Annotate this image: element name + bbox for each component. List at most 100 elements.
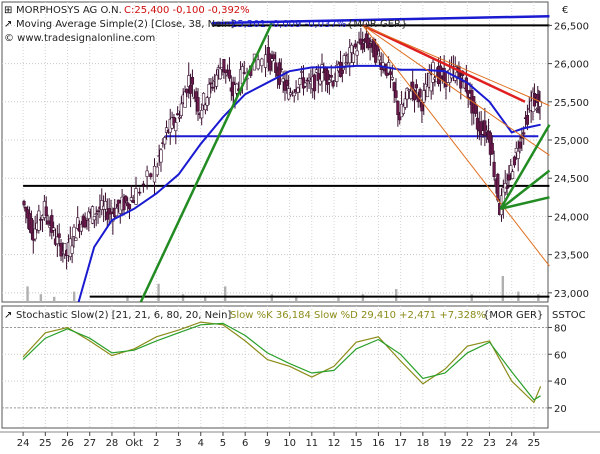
header-icon-row2: ↗ [4, 19, 12, 30]
candle-body [272, 54, 276, 59]
candle-body [109, 211, 113, 214]
candle-body [33, 228, 37, 240]
chart-canvas[interactable]: 26,500 26,000 25,500 25,000 24,500 24,000 23,5… [0, 0, 600, 450]
candle-body [131, 200, 135, 203]
candle-body [196, 97, 200, 112]
price-title: MORPHOSYS AG O.N. [16, 5, 122, 16]
copyright-text: © www.tradesignalonline.com [4, 33, 155, 44]
volume-bar [72, 291, 76, 302]
x-tick-label: 4 [198, 438, 204, 449]
volume-bar [537, 294, 540, 302]
candle-body [392, 82, 396, 92]
currency-label: € [562, 5, 568, 16]
candle-body [422, 90, 426, 103]
candle-body [490, 142, 494, 155]
candle-body [505, 186, 509, 189]
x-tick-label: 16 [372, 438, 385, 449]
candle-body [163, 137, 167, 145]
candle-body [314, 69, 319, 73]
candle-body [520, 136, 524, 139]
candle-body [414, 84, 418, 89]
candle-body [522, 132, 526, 135]
x-tick-label: 11 [305, 438, 318, 449]
candle-body [496, 173, 500, 201]
ma-source: {MOR GER} [347, 19, 407, 30]
x-tick-label: 10 [283, 438, 296, 449]
candle-body [338, 61, 343, 77]
price-values: C:25,400 -0,100 -0,392% [124, 5, 250, 16]
candle-body [183, 91, 187, 108]
candle-body [70, 245, 74, 254]
stoch-source: {MOR GER} [483, 310, 543, 321]
candle-body [114, 207, 119, 217]
candle-body [285, 79, 289, 86]
candle-body [388, 71, 393, 75]
x-tick-label: 26 [61, 438, 74, 449]
price-tick-label: 23,000 [554, 289, 589, 300]
volume-bar [39, 294, 43, 302]
candle-body [124, 195, 128, 202]
candle-body [149, 173, 153, 178]
ma-values: 25,201 -0,009 -0,037% [231, 19, 346, 30]
x-tick-label: 19 [439, 438, 452, 449]
candle-body [224, 69, 228, 74]
candle-body [52, 227, 56, 231]
candle-body [298, 78, 302, 86]
candle-body [187, 75, 191, 87]
candle-body [85, 219, 89, 221]
candle-body [29, 217, 34, 234]
x-tick-label: 15 [350, 438, 363, 449]
x-tick-label: Okt [125, 438, 143, 449]
candle-body [300, 71, 304, 73]
candle-body [141, 183, 145, 186]
candle-body [188, 84, 193, 94]
header-icon-row1: ⊞ [4, 5, 12, 16]
candle-body [296, 87, 300, 93]
x-tick-label: 12 [328, 438, 341, 449]
candle-body [59, 243, 63, 257]
x-tick-label: 17 [394, 438, 407, 449]
candle-body [46, 220, 50, 225]
candle-body [72, 226, 76, 237]
volume-bar [395, 289, 398, 302]
candle-body [201, 93, 206, 106]
candle-body [353, 43, 357, 48]
candle-body [351, 53, 356, 63]
stoch-tick-label: 40 [554, 377, 567, 388]
stoch-values: Slow %K 36,184 Slow %D 29,410 +2,471 +7,… [230, 310, 486, 321]
price-tick-label: 24,500 [554, 174, 589, 185]
stoch-tick-label: 80 [554, 323, 567, 334]
price-tick-label: 25,000 [554, 136, 589, 147]
x-tick-label: 22 [461, 438, 474, 449]
candle-body [507, 174, 511, 181]
x-tick-label: 5 [220, 438, 226, 449]
candle-body [279, 68, 283, 71]
price-panel-frame [1, 1, 549, 303]
candle-body [407, 89, 411, 91]
candle-body [473, 103, 478, 114]
candle-body [218, 68, 222, 80]
x-tick-label: 25 [528, 438, 541, 449]
candle-body [418, 89, 422, 98]
volume-bar [470, 294, 473, 302]
candle-body [340, 69, 344, 74]
price-tick-label: 23,500 [554, 251, 589, 262]
candle-body [90, 206, 95, 224]
candle-body [350, 44, 354, 53]
candle-body [518, 141, 522, 149]
candle-body [327, 79, 331, 83]
candle-body [159, 149, 163, 163]
candle-body [377, 55, 381, 61]
candle-body [381, 62, 385, 67]
candle-body [209, 82, 213, 85]
stoch-tick-label: 20 [554, 404, 567, 415]
candle-body [185, 89, 189, 94]
x-tick-label: 3 [175, 438, 181, 449]
candle-body [270, 58, 274, 62]
candle-body [409, 90, 413, 99]
candle-body [511, 171, 515, 179]
candle-body [179, 103, 183, 116]
candle-body [92, 216, 96, 221]
candle-body [307, 77, 311, 81]
candle-body [37, 210, 41, 231]
